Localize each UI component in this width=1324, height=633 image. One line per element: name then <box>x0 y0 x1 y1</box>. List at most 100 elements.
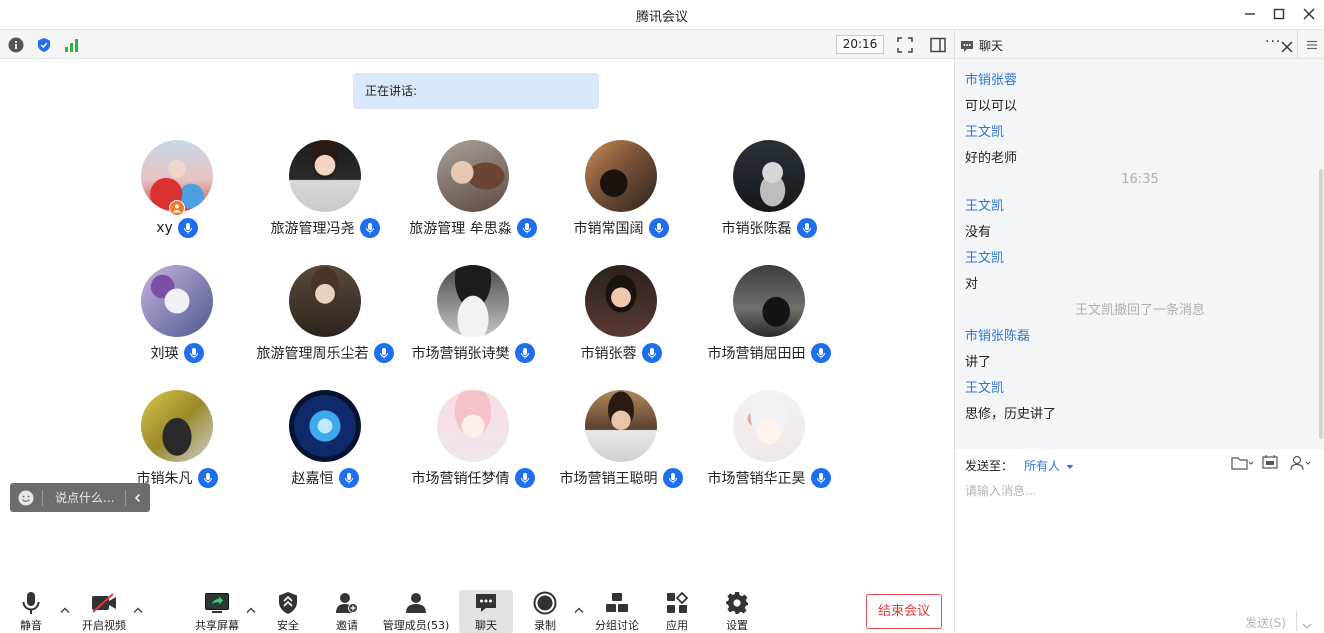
meeting-clock: 20:16 <box>836 35 884 54</box>
microphone-icon <box>177 218 198 238</box>
send-to-label: 发送至： <box>965 459 1014 473</box>
layout-toggle-icon[interactable] <box>929 36 947 54</box>
start-video-button[interactable]: 开启视频 <box>80 590 128 633</box>
meeting-top-toolbar: 20:16 <box>0 29 954 59</box>
user-permission-icon[interactable] <box>1290 455 1314 475</box>
message-sender: 市销张蓉 <box>965 73 1018 88</box>
message-sender: 王文凯 <box>965 125 1005 140</box>
participant-tile[interactable]: 市销张蓉 <box>547 265 695 375</box>
avatar <box>141 390 213 462</box>
quick-chat-bar[interactable]: 说点什么... <box>10 483 150 512</box>
microphone-icon <box>197 468 218 488</box>
microphone-icon <box>641 343 662 363</box>
participant-tile[interactable]: 市场营销华正昊 <box>695 390 843 500</box>
avatar <box>585 140 657 212</box>
message-text: 可以可以 <box>965 99 1018 114</box>
quick-chat-input[interactable]: 说点什么... <box>43 489 125 506</box>
microphone-icon <box>373 343 394 363</box>
caret-down-icon <box>1066 464 1074 469</box>
record-options-chevron-icon[interactable] <box>573 604 585 616</box>
participant-tile[interactable]: 旅游管理冯尧 <box>251 140 399 250</box>
participant-tile[interactable]: 市场营销任梦倩 <box>399 390 547 500</box>
more-options-icon[interactable]: ··· <box>1265 34 1281 50</box>
message-sender: 王文凯 <box>965 381 1005 396</box>
participant-tile[interactable]: 刘瑛 <box>103 265 251 375</box>
send-target-select[interactable]: 所有人 <box>1024 457 1074 474</box>
end-meeting-button[interactable]: 结束会议 <box>866 594 942 629</box>
microphone-icon <box>183 343 204 363</box>
info-icon[interactable] <box>7 36 25 54</box>
avatar <box>289 390 361 462</box>
participant-tile[interactable]: 市场营销屈田田 <box>695 265 843 375</box>
avatar <box>289 140 361 212</box>
avatar <box>585 390 657 462</box>
participant-name: 市场营销屈田田 <box>707 346 806 362</box>
network-signal-icon[interactable] <box>63 36 81 54</box>
participant-name: 市销常国阔 <box>573 221 644 237</box>
speaking-indicator: 正在讲话: <box>353 73 599 109</box>
minimize-icon[interactable] <box>1237 3 1263 25</box>
invite-user-icon <box>335 590 359 615</box>
avatar <box>289 265 361 337</box>
chat-button[interactable]: 聊天 <box>459 590 513 633</box>
audio-options-chevron-icon[interactable] <box>59 604 71 616</box>
share-options-chevron-icon[interactable] <box>245 604 257 616</box>
share-screen-button[interactable]: 共享屏幕 <box>192 590 242 633</box>
breakout-rooms-button[interactable]: 分组讨论 <box>593 590 641 633</box>
file-folder-icon[interactable] <box>1231 455 1254 475</box>
participant-name: xy <box>156 220 173 236</box>
participant-tile[interactable]: 赵嘉恒 <box>251 390 399 500</box>
participant-tile[interactable]: 旅游管理周乐尘若 <box>251 265 399 375</box>
video-options-chevron-icon[interactable] <box>132 604 144 616</box>
video-off-icon <box>91 590 117 615</box>
microphone-icon <box>810 468 831 488</box>
apps-button[interactable]: 应用 <box>662 590 692 633</box>
microphone-icon <box>20 590 42 615</box>
participant-tile[interactable]: 市场营销王聪明 <box>547 390 695 500</box>
manage-members-button[interactable]: 管理成员(53) <box>382 590 450 633</box>
participant-tile[interactable]: xy <box>103 140 251 250</box>
settings-button[interactable]: 设置 <box>722 590 752 633</box>
window-title: 腾讯会议 <box>635 10 688 25</box>
chat-scrollbar[interactable] <box>1319 169 1323 439</box>
close-icon[interactable] <box>1296 3 1322 25</box>
message-recalled-notice: 王文凯撤回了一条消息 <box>1074 303 1205 318</box>
announcement-icon[interactable] <box>1262 454 1280 474</box>
participant-name: 旅游管理 牟思淼 <box>409 221 512 237</box>
participant-name: 赵嘉恒 <box>291 471 334 487</box>
send-options-chevron-icon[interactable] <box>1302 615 1312 633</box>
collapse-chevron-icon[interactable] <box>126 493 150 503</box>
fullscreen-icon[interactable] <box>896 36 914 54</box>
message-text: 思修，历史讲了 <box>965 407 1057 422</box>
chat-message-input[interactable] <box>965 481 1305 501</box>
microphone-icon <box>648 218 669 238</box>
send-button[interactable]: 发送(S) <box>1245 614 1286 631</box>
participant-name: 旅游管理周乐尘若 <box>256 346 369 362</box>
avatar <box>437 265 509 337</box>
gear-icon <box>725 590 749 615</box>
invite-button[interactable]: 邀请 <box>331 590 363 633</box>
chat-bubble-icon <box>474 590 498 615</box>
chat-panel: 聊天 ··· 市销张蓉 可以可以 王文凯 好的老师 16:35 王文凯 没有 王… <box>954 29 1324 633</box>
participant-name: 刘瑛 <box>150 346 179 362</box>
chat-bubble-icon <box>960 38 974 57</box>
menu-icon[interactable] <box>1297 30 1324 59</box>
emoji-icon[interactable] <box>10 490 42 506</box>
microphone-icon <box>514 343 535 363</box>
maximize-icon[interactable] <box>1266 3 1292 25</box>
mute-button[interactable]: 静音 <box>14 590 48 633</box>
microphone-icon <box>796 218 817 238</box>
microphone-icon <box>810 343 831 363</box>
shield-icon[interactable] <box>35 36 53 54</box>
participant-tile[interactable]: 旅游管理 牟思淼 <box>399 140 547 250</box>
tencent-meeting-window: 腾讯会议 20:16 正在讲话: xy 旅游管理冯尧 旅游管理 牟思淼 市销常国… <box>0 0 1324 633</box>
record-button[interactable]: 录制 <box>530 590 560 633</box>
security-button[interactable]: 安全 <box>272 590 304 633</box>
participant-name: 市场营销任梦倩 <box>411 471 510 487</box>
breakout-rooms-icon <box>605 590 629 615</box>
participant-tile[interactable]: 市销常国阔 <box>547 140 695 250</box>
participant-tile[interactable]: 市场营销张诗樊 <box>399 265 547 375</box>
participant-tile[interactable]: 市销张陈磊 <box>695 140 843 250</box>
close-chat-icon[interactable] <box>1281 38 1293 57</box>
avatar <box>733 265 805 337</box>
